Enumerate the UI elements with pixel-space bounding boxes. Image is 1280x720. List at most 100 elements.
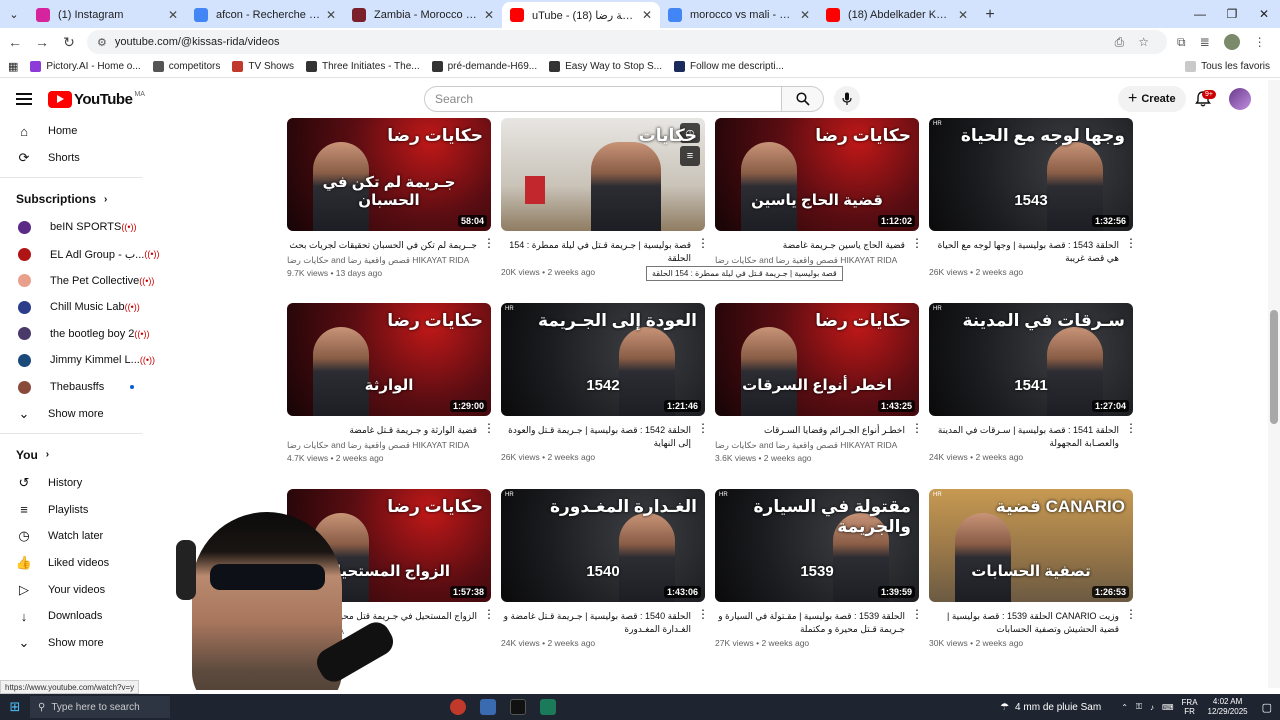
notification-center-icon[interactable]: ▢ <box>1262 701 1272 714</box>
more-actions-icon[interactable]: ⋮ <box>1125 608 1137 620</box>
back-icon[interactable]: ← <box>3 30 27 54</box>
sidebar-item[interactable]: ◷ Watch later <box>0 523 154 550</box>
create-button[interactable]: + Create <box>1118 86 1186 112</box>
video-thumbnail[interactable]: HR وجها لوجه مع الحياة 1543 1:32:56 <box>929 118 1133 231</box>
profile-avatar[interactable] <box>1223 34 1240 50</box>
voice-search-button[interactable] <box>834 86 860 112</box>
video-card[interactable]: HR CANARIO قضية تصفية الحسابات 1:26:53 وزيت … <box>929 489 1137 648</box>
more-actions-icon[interactable]: ⋮ <box>911 608 923 620</box>
channel-name[interactable]: حكايات رضا and قصص واقعية رضا HIKAYAT RI… <box>287 255 477 266</box>
more-actions-icon[interactable]: ⋮ <box>483 237 495 249</box>
minimize-icon[interactable]: — <box>1184 0 1216 28</box>
sidebar-item[interactable]: ≡ Playlists <box>0 497 154 524</box>
sidebar-item[interactable]: ↺ History <box>0 470 154 497</box>
video-title[interactable]: الحلقة 1540 : قصة بوليسية | جـريمة قـتل … <box>501 610 691 636</box>
browser-tab[interactable]: afcon - Recherche Google ✕ <box>186 2 344 28</box>
search-input[interactable]: Search <box>424 86 782 112</box>
add-to-queue-icon[interactable]: ≡ <box>680 146 700 166</box>
browser-tab[interactable]: uTube - (18) قصص واقعية رضا ✕ <box>502 2 660 28</box>
scrollbar-thumb[interactable] <box>1270 310 1278 424</box>
apps-icon[interactable]: ▦ <box>8 60 18 73</box>
bookmark-star-icon[interactable]: ☆ <box>1138 35 1149 50</box>
video-thumbnail[interactable]: HR سـرقات في المدينة 1541 1:27:04 <box>929 303 1133 416</box>
tab-close-icon[interactable]: ✕ <box>958 8 968 22</box>
video-title[interactable]: الحلقة 1541 : قصة بوليسية | سـرقات في ال… <box>929 424 1119 450</box>
channel-name[interactable]: حكايات رضا and قصص واقعية رضا HIKAYAT RI… <box>287 440 477 451</box>
browser-tab[interactable]: (1) Instagram ✕ <box>28 2 186 28</box>
subscription-item[interactable]: the bootleg boy 2 ((•)) <box>0 321 154 348</box>
video-thumbnail[interactable]: HR العودة إلى الجـريمة 1542 1:21:46 <box>501 303 705 416</box>
tab-close-icon[interactable]: ✕ <box>484 8 494 22</box>
tab-close-icon[interactable]: ✕ <box>800 8 810 22</box>
video-card[interactable]: HR سـرقات في المدينة 1541 1:27:04 الحلقة 154… <box>929 303 1137 462</box>
you-heading[interactable]: You › <box>0 440 154 470</box>
video-thumbnail[interactable]: حكايات رضا قضية الحاج ياسين 1:12:02 <box>715 118 919 231</box>
restore-icon[interactable]: ❐ <box>1216 0 1248 28</box>
more-actions-icon[interactable]: ⋮ <box>483 422 495 434</box>
tab-search-icon[interactable]: ⌄ <box>0 0 28 28</box>
reload-icon[interactable]: ↻ <box>57 30 81 54</box>
video-title[interactable]: اخطـر أنواع الجـرائم وقضايا السـرقات <box>715 424 905 437</box>
video-thumbnail[interactable]: ◷ ≡ حكايات <box>501 118 705 231</box>
menu-icon[interactable] <box>16 93 32 105</box>
video-title[interactable]: قضية الوارثة و جـريمة قـتل غامضة <box>287 424 477 437</box>
address-bar[interactable]: ⚙ youtube.com/@kissas-rida/videos ⎙ ☆ <box>87 30 1167 54</box>
tab-close-icon[interactable]: ✕ <box>642 8 652 22</box>
subscription-item[interactable]: beIN SPORTS ((•)) <box>0 214 154 241</box>
subscription-item[interactable]: Thebausffs <box>0 374 154 401</box>
more-actions-icon[interactable]: ⋮ <box>911 422 923 434</box>
windows-start-icon[interactable]: ⊞ <box>0 699 30 715</box>
sidebar-item[interactable]: ▷ Your videos <box>0 576 154 603</box>
more-actions-icon[interactable]: ⋮ <box>1125 237 1137 249</box>
video-thumbnail[interactable]: HR الغـدارة المغـدورة 1540 1:43:06 <box>501 489 705 602</box>
subscription-item[interactable]: The Pet Collective ((•)) <box>0 267 154 294</box>
video-title[interactable]: الحلقة 1539 : قصة بوليسية | مقـتولة في ا… <box>715 610 905 636</box>
video-card[interactable]: حكايات رضا قضية الحاج ياسين 1:12:02 قضية ال… <box>715 118 923 266</box>
all-bookmarks[interactable]: Tous les favoris <box>1185 61 1270 72</box>
channel-name[interactable]: حكايات رضا and قصص واقعية رضا HIKAYAT RI… <box>715 440 905 451</box>
weather-widget[interactable]: ☂ 4 mm de pluie Sam <box>1000 702 1101 713</box>
capcut-icon[interactable] <box>480 699 496 715</box>
channel-name[interactable]: حكايات رضا and قصص واقعية رضا HIKAYAT RI… <box>715 255 905 266</box>
close-window-icon[interactable]: ✕ <box>1248 0 1280 28</box>
subscription-item[interactable]: Jimmy Kimmel L... ((•)) <box>0 347 155 374</box>
video-title[interactable]: قصة بوليسية | جـريمة قـتل في ليلة ممطرة … <box>501 239 691 265</box>
bookmark-item[interactable]: Three Initiates - The... <box>305 61 420 72</box>
browser-tab[interactable]: (18) Abdelkader Kharraz - YouT ✕ <box>818 2 976 28</box>
forward-icon[interactable]: → <box>30 30 54 54</box>
more-actions-icon[interactable]: ⋮ <box>1125 422 1137 434</box>
show-more-subscriptions[interactable]: ⌄ Show more <box>0 400 154 427</box>
show-hidden-icon[interactable]: ⌃ <box>1121 703 1128 712</box>
keyboard-icon[interactable]: ⌨ <box>1162 703 1174 712</box>
install-app-icon[interactable]: ⎙ <box>1115 35 1125 50</box>
app-icon[interactable] <box>540 699 556 715</box>
video-card[interactable]: حكايات رضا الوارثة 1:29:00 قضية الوارثة و ج… <box>287 303 495 463</box>
tiktok-icon[interactable] <box>510 699 526 715</box>
obs-icon[interactable] <box>450 699 466 715</box>
bookmark-item[interactable]: TV Shows <box>232 61 294 72</box>
more-actions-icon[interactable]: ⋮ <box>697 422 709 434</box>
sidebar-item[interactable]: ⟳ Shorts <box>0 145 154 172</box>
tab-close-icon[interactable]: ✕ <box>168 8 178 22</box>
more-actions-icon[interactable]: ⋮ <box>697 608 709 620</box>
new-tab-button[interactable]: + <box>976 2 1004 28</box>
video-card[interactable]: حكايات رضا جـريمة لم تكن في الحسبان 58:04 ج… <box>287 118 495 278</box>
sidebar-item[interactable]: ↓ Downloads <box>0 603 154 630</box>
clock[interactable]: 4:02 AM 12/29/2025 <box>1208 697 1248 717</box>
show-more-you[interactable]: ⌄ Show more <box>0 630 154 657</box>
video-card[interactable]: HR مقتولة في السيارة والجريمة 1539 1:39:59 ا… <box>715 489 923 648</box>
more-actions-icon[interactable]: ⋮ <box>911 237 923 249</box>
video-thumbnail[interactable]: حكايات رضا جـريمة لم تكن في الحسبان 58:04 <box>287 118 491 231</box>
volume-icon[interactable]: ♪ <box>1150 703 1154 712</box>
youtube-logo[interactable]: YouTube MA <box>48 90 145 108</box>
video-card[interactable]: HR العودة إلى الجـريمة 1542 1:21:46 الحلقة 1… <box>501 303 709 462</box>
video-card[interactable]: HR وجها لوجه مع الحياة 1543 1:32:56 الحلقة 1… <box>929 118 1137 277</box>
video-title[interactable]: قضية الحاج ياسين جـريمة غامضة <box>715 239 905 252</box>
more-actions-icon[interactable]: ⋮ <box>483 608 495 620</box>
video-card[interactable]: ◷ ≡ حكايات قصة بوليسية | جـريمة قـتل في ليل… <box>501 118 709 277</box>
subscription-item[interactable]: EL Adl Group - ب... ((•)) <box>0 241 159 268</box>
video-card[interactable]: HR الغـدارة المغـدورة 1540 1:43:06 الحلقة 15… <box>501 489 709 648</box>
video-thumbnail[interactable]: HR مقتولة في السيارة والجريمة 1539 1:39:59 <box>715 489 919 602</box>
tab-close-icon[interactable]: ✕ <box>326 8 336 22</box>
account-avatar[interactable] <box>1229 88 1251 110</box>
